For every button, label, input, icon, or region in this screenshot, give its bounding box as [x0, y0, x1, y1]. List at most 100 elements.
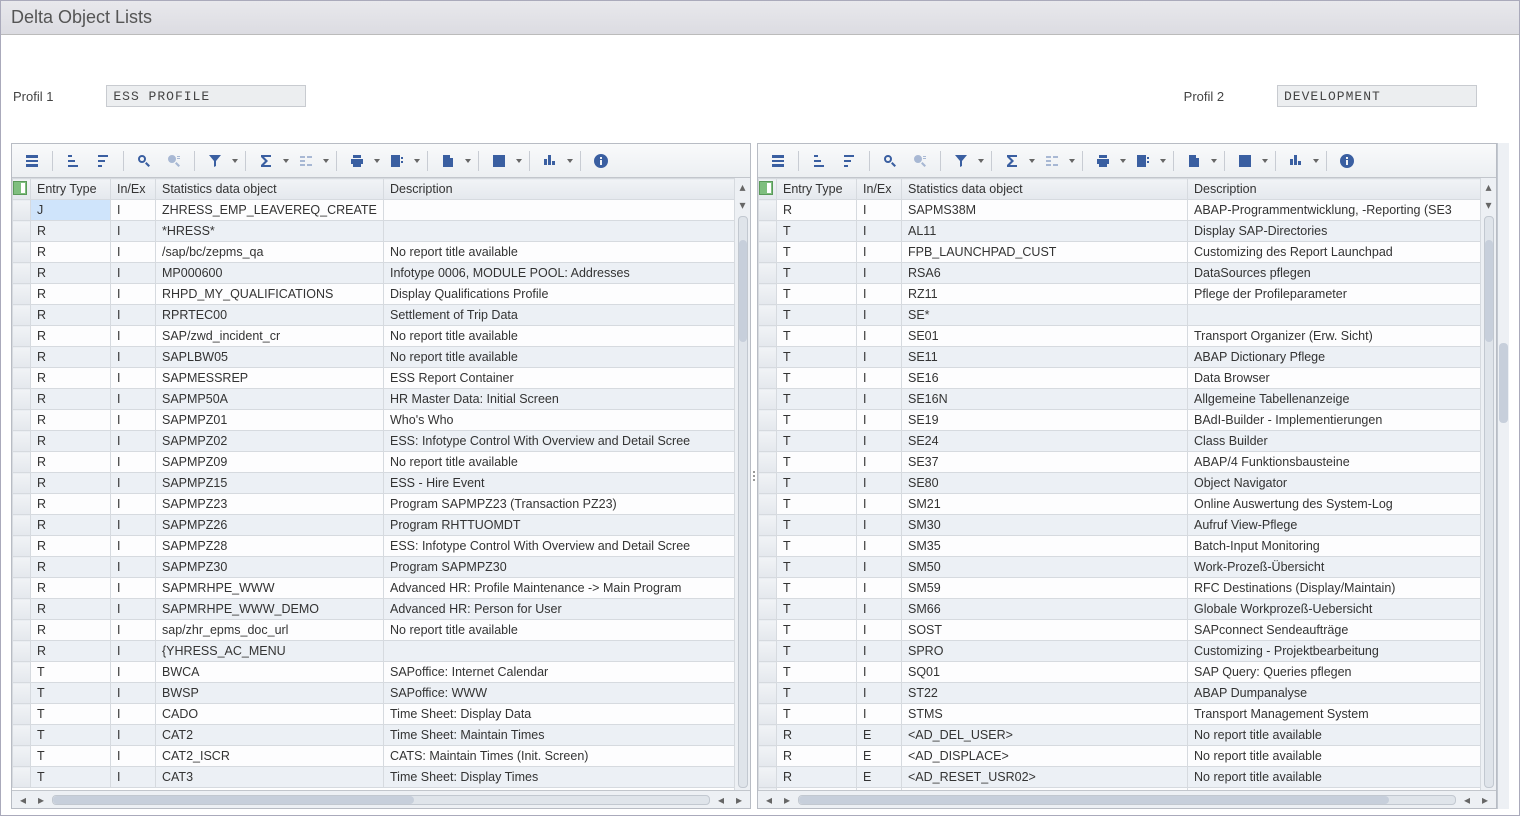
cell-et[interactable]: J: [31, 200, 111, 221]
cell-ie[interactable]: I: [111, 767, 156, 788]
row-selector[interactable]: [13, 347, 31, 368]
col-stat-obj[interactable]: Statistics data object: [156, 179, 384, 200]
table-row[interactable]: REMainMenuSAP Easy Access: [759, 788, 1481, 791]
table-row[interactable]: RE<AD_DISPLACE>No report title available: [759, 746, 1481, 767]
sum-icon[interactable]: [998, 149, 1026, 173]
cell-ie[interactable]: I: [111, 305, 156, 326]
row-selector[interactable]: [13, 200, 31, 221]
cell-desc[interactable]: SAP Query: Queries pflegen: [1188, 662, 1481, 683]
dropdown-icon[interactable]: [1119, 149, 1127, 173]
table-row[interactable]: TISQ01SAP Query: Queries pflegen: [759, 662, 1481, 683]
cell-obj[interactable]: SM66: [902, 599, 1188, 620]
scroll-right-end-icon[interactable]: ▸: [1478, 793, 1492, 807]
cell-obj[interactable]: SQ01: [902, 662, 1188, 683]
cell-ie[interactable]: I: [111, 368, 156, 389]
cell-obj[interactable]: <AD_DEL_USER>: [902, 725, 1188, 746]
cell-obj[interactable]: SM50: [902, 557, 1188, 578]
dropdown-icon[interactable]: [1159, 149, 1167, 173]
cell-desc[interactable]: Aufruf View-Pflege: [1188, 515, 1481, 536]
scroll-right-end-icon[interactable]: ▸: [732, 793, 746, 807]
cell-desc[interactable]: Program SAPMPZ23 (Transaction PZ23): [384, 494, 735, 515]
cell-desc[interactable]: ABAP Dictionary Pflege: [1188, 347, 1481, 368]
row-selector[interactable]: [13, 305, 31, 326]
cell-et[interactable]: R: [31, 368, 111, 389]
cell-desc[interactable]: ABAP Dumpanalyse: [1188, 683, 1481, 704]
cell-et[interactable]: T: [777, 515, 857, 536]
cell-desc[interactable]: Transport Organizer (Erw. Sicht): [1188, 326, 1481, 347]
cell-et[interactable]: T: [777, 620, 857, 641]
find-icon[interactable]: [130, 149, 158, 173]
table-row[interactable]: JIZHRESS_EMP_LEAVEREQ_CREATE: [13, 200, 735, 221]
scroll-up-icon[interactable]: ▴: [1482, 180, 1496, 194]
cell-ie[interactable]: E: [857, 725, 902, 746]
row-selector[interactable]: [759, 767, 777, 788]
cell-obj[interactable]: <AD_RESET_USR02>: [902, 767, 1188, 788]
cell-desc[interactable]: DataSources pflegen: [1188, 263, 1481, 284]
cell-ie[interactable]: I: [111, 431, 156, 452]
select-all-corner[interactable]: [13, 179, 31, 200]
cell-desc[interactable]: CATS: Maintain Times (Init. Screen): [384, 746, 735, 767]
table-row[interactable]: TISM21Online Auswertung des System-Log: [759, 494, 1481, 515]
cell-ie[interactable]: I: [111, 599, 156, 620]
row-selector[interactable]: [759, 641, 777, 662]
table-row[interactable]: RIRHPD_MY_QUALIFICATIONSDisplay Qualific…: [13, 284, 735, 305]
cell-desc[interactable]: Display Qualifications Profile: [384, 284, 735, 305]
cell-obj[interactable]: SAP/zwd_incident_cr: [156, 326, 384, 347]
dropdown-icon[interactable]: [515, 149, 523, 173]
cell-desc[interactable]: Allgemeine Tabellenanzeige: [1188, 389, 1481, 410]
cell-ie[interactable]: I: [111, 641, 156, 662]
cell-ie[interactable]: I: [857, 578, 902, 599]
table-row[interactable]: RISAPMRHPE_WWWAdvanced HR: Profile Maint…: [13, 578, 735, 599]
row-selector[interactable]: [759, 599, 777, 620]
row-selector[interactable]: [759, 284, 777, 305]
cell-et[interactable]: T: [31, 683, 111, 704]
row-selector[interactable]: [759, 788, 777, 791]
cell-desc[interactable]: ESS: Infotype Control With Overview and …: [384, 431, 735, 452]
cell-ie[interactable]: I: [857, 200, 902, 221]
table-row[interactable]: RIRPRTEC00Settlement of Trip Data: [13, 305, 735, 326]
col-inex[interactable]: In/Ex: [111, 179, 156, 200]
cell-obj[interactable]: SOST: [902, 620, 1188, 641]
cell-ie[interactable]: I: [111, 284, 156, 305]
cell-ie[interactable]: I: [857, 536, 902, 557]
cell-ie[interactable]: I: [857, 662, 902, 683]
cell-desc[interactable]: Advanced HR: Person for User: [384, 599, 735, 620]
cell-obj[interactable]: SAPMPZ30: [156, 557, 384, 578]
cell-ie[interactable]: E: [857, 788, 902, 791]
cell-obj[interactable]: SAPMRHPE_WWW: [156, 578, 384, 599]
cell-et[interactable]: R: [31, 452, 111, 473]
table-row[interactable]: RISAPMPZ01Who's Who: [13, 410, 735, 431]
row-selector[interactable]: [759, 473, 777, 494]
row-selector[interactable]: [759, 305, 777, 326]
row-selector[interactable]: [13, 725, 31, 746]
cell-et[interactable]: T: [777, 599, 857, 620]
cell-desc[interactable]: [384, 641, 735, 662]
cell-desc[interactable]: [384, 221, 735, 242]
row-selector[interactable]: [13, 494, 31, 515]
cell-obj[interactable]: SAPMS38M: [902, 200, 1188, 221]
cell-et[interactable]: R: [31, 410, 111, 431]
cell-ie[interactable]: I: [857, 557, 902, 578]
cell-ie[interactable]: I: [857, 389, 902, 410]
table-row[interactable]: RE<AD_DEL_USER>No report title available: [759, 725, 1481, 746]
cell-et[interactable]: R: [31, 557, 111, 578]
scroll-right-icon[interactable]: ▸: [780, 793, 794, 807]
cell-et[interactable]: T: [777, 662, 857, 683]
row-selector[interactable]: [759, 662, 777, 683]
row-selector[interactable]: [759, 221, 777, 242]
row-selector[interactable]: [759, 704, 777, 725]
col-stat-obj[interactable]: Statistics data object: [902, 179, 1188, 200]
cell-obj[interactable]: sap/zhr_epms_doc_url: [156, 620, 384, 641]
cell-ie[interactable]: I: [857, 599, 902, 620]
cell-ie[interactable]: I: [111, 263, 156, 284]
cell-desc[interactable]: Work-Prozeß-Übersicht: [1188, 557, 1481, 578]
cell-ie[interactable]: I: [857, 641, 902, 662]
table-row[interactable]: TICAT2Time Sheet: Maintain Times: [13, 725, 735, 746]
table-row[interactable]: TISE16NAllgemeine Tabellenanzeige: [759, 389, 1481, 410]
cell-obj[interactable]: /sap/bc/zepms_qa: [156, 242, 384, 263]
row-selector[interactable]: [13, 452, 31, 473]
cell-desc[interactable]: [1188, 305, 1481, 326]
cell-obj[interactable]: SE24: [902, 431, 1188, 452]
row-selector[interactable]: [13, 704, 31, 725]
cell-et[interactable]: T: [777, 221, 857, 242]
